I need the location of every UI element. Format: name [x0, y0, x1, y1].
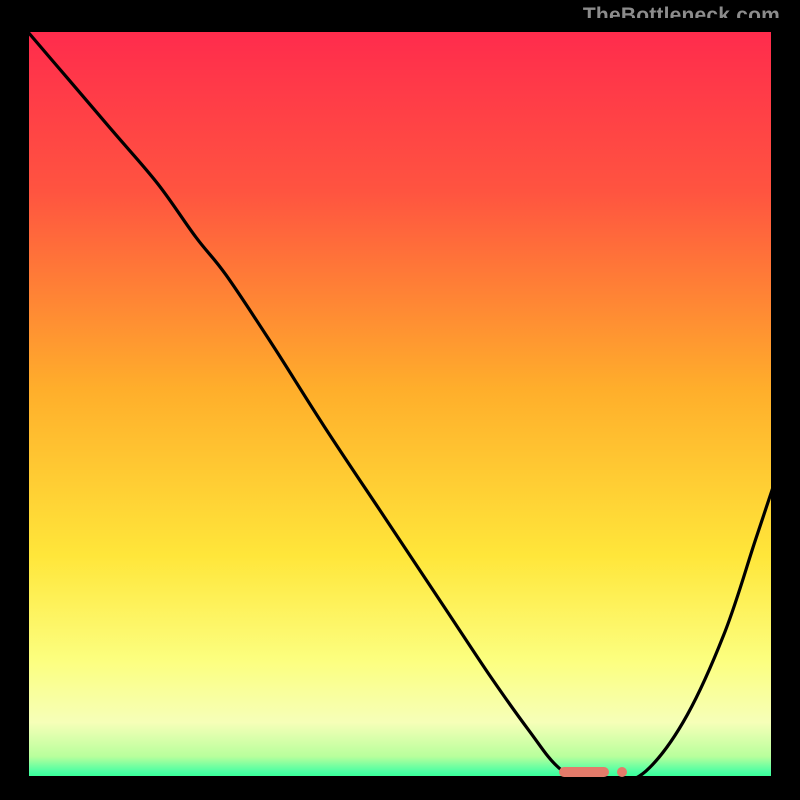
- bottleneck-chart: [22, 25, 778, 783]
- optimal-range-dot: [617, 767, 627, 777]
- chart-gradient-bg: [22, 25, 778, 783]
- optimal-range-marker: [559, 767, 609, 777]
